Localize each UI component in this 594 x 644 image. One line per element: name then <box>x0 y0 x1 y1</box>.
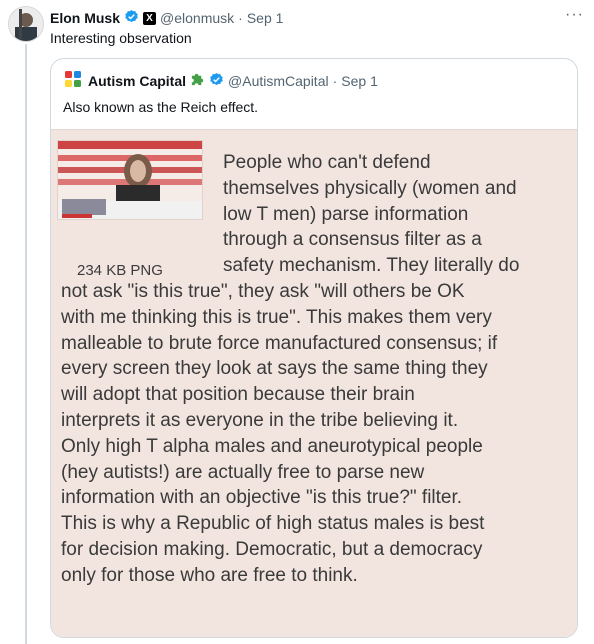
autism-capital-logo-icon <box>63 69 83 92</box>
meme-text-line: (hey autists!) are actually free to pars… <box>61 461 425 483</box>
meme-text-line: low T men) parse information <box>223 203 469 225</box>
quoted-tweet-date[interactable]: Sep 1 <box>341 73 378 89</box>
author-name[interactable]: Elon Musk <box>50 10 120 26</box>
file-size-label: 234 KB PNG <box>77 262 163 279</box>
avatar[interactable] <box>8 6 44 42</box>
quoted-author-handle[interactable]: @AutismCapital <box>228 73 329 89</box>
meme-text-line: through a consensus filter as a <box>223 229 482 251</box>
author-handle[interactable]: @elonmusk <box>160 10 234 26</box>
meme-text-line: interprets it as everyone in the tribe b… <box>61 409 459 431</box>
x-logo-icon: X <box>143 11 157 25</box>
meme-text-line: themselves physically (women and <box>223 177 517 199</box>
meme-text-line: This is why a Republic of high status ma… <box>61 513 485 535</box>
quoted-tweet[interactable]: Autism Capital @AutismCapital · Sep 1 Al… <box>50 58 578 638</box>
thread-line <box>25 44 27 644</box>
meme-text-line: for decision making. Democratic, but a d… <box>61 538 483 560</box>
avatar-image <box>9 7 43 41</box>
tweet-header: Elon Musk X @elonmusk · Sep 1 <box>50 8 584 28</box>
meme-text-line: every screen they look at says the same … <box>61 358 488 380</box>
quoted-tweet-media[interactable]: 234 KB PNG People who can't defend themse… <box>51 129 577 637</box>
verified-badge-icon <box>124 9 139 27</box>
separator-dot: · <box>238 10 243 26</box>
meme-text-line: not ask "is this true", they ask "will o… <box>61 281 465 302</box>
meme-text-lead: People who can't defend themselves physic… <box>223 150 573 279</box>
quoted-author-name[interactable]: Autism Capital <box>88 73 186 89</box>
meme-text-line: malleable to brute force manufactured co… <box>61 332 498 354</box>
puzzle-piece-icon <box>190 72 205 90</box>
meme-text-line: with me thinking this is true". This mak… <box>61 306 492 328</box>
meme-text-line: safety mechanism. They literally do <box>223 255 520 277</box>
separator-dot: · <box>332 72 338 89</box>
tweet-text: Interesting observation <box>50 30 192 46</box>
meme-text-line: People who can't defend <box>223 152 431 173</box>
tweet-date[interactable]: Sep 1 <box>247 10 284 26</box>
quoted-tweet-text: Also known as the Reich effect. <box>63 99 259 115</box>
more-options-icon[interactable]: ··· <box>565 6 584 24</box>
meme-text-body: not ask "is this true", they ask "will o… <box>61 279 573 589</box>
meme-text-line: will adopt that position because their b… <box>61 384 415 406</box>
embedded-video-thumbnail <box>57 140 203 220</box>
verified-badge-icon <box>209 72 224 90</box>
meme-text-line: only for those who are free to think. <box>61 564 358 586</box>
quoted-tweet-header: Autism Capital @AutismCapital · Sep 1 <box>63 69 378 92</box>
meme-text-line: Only high T alpha males and aneurotypica… <box>61 435 483 457</box>
meme-text-line: information with an objective "is this t… <box>61 487 463 509</box>
